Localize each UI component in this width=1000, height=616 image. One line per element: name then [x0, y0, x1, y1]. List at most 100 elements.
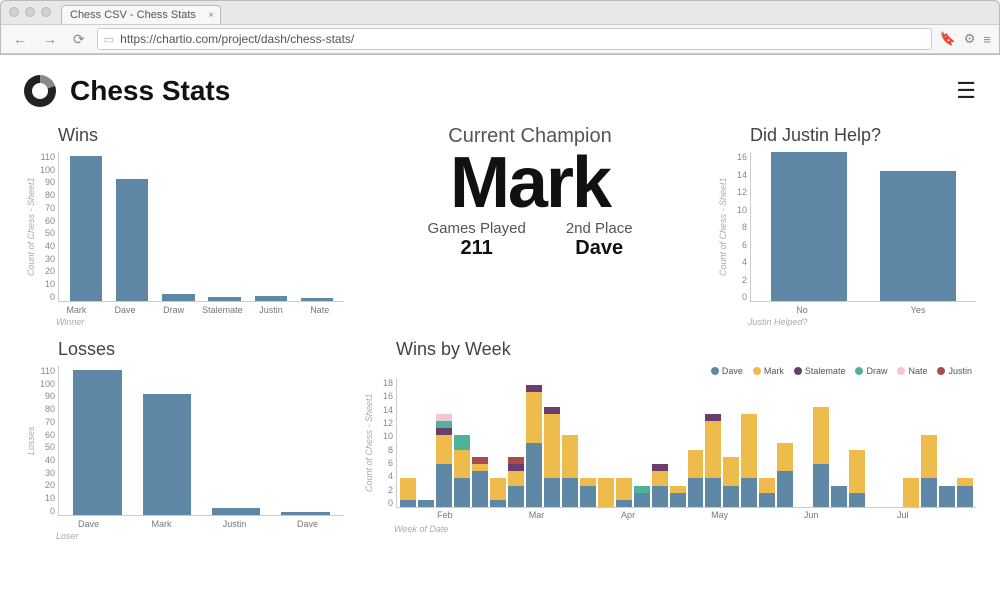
- legend-item: Justin: [937, 366, 972, 376]
- stacked-bar: [579, 378, 597, 507]
- wins-by-week-chart: Wins by Week Dave Mark Stalemate Draw Nate Ju…: [362, 339, 976, 539]
- stacked-bar: [507, 378, 525, 507]
- bar-segment: [670, 486, 686, 493]
- bar-segment: [400, 478, 416, 500]
- x-axis-label: Justin Helped?: [716, 317, 976, 327]
- x-ticks: NoYes: [716, 302, 976, 315]
- bar-segment: [957, 486, 973, 508]
- bar-segment: [454, 478, 470, 507]
- url-text: https://chartio.com/project/dash/chess-s…: [120, 32, 354, 46]
- bar-segment: [436, 464, 452, 507]
- stacked-bar: [471, 378, 489, 507]
- y-ticks: 1614121086420: [730, 152, 750, 302]
- champion-panel: Current Champion Mark Games Played 211 2…: [362, 125, 698, 325]
- hamburger-menu-icon[interactable]: ☰: [956, 78, 976, 104]
- bar: [281, 512, 329, 515]
- legend-item: Mark: [753, 366, 784, 376]
- tab-title: Chess CSV - Chess Stats: [70, 9, 196, 21]
- bar-segment: [723, 486, 739, 508]
- stacked-bar: [884, 378, 902, 507]
- legend-label: Stalemate: [805, 366, 846, 376]
- x-ticks: FebMarAprMayJunJul: [390, 508, 976, 522]
- bar-segment: [921, 435, 937, 478]
- plot-area: [750, 152, 976, 302]
- stacked-bar: [417, 378, 435, 507]
- bar-segment: [741, 478, 757, 507]
- bar-segment: [813, 464, 829, 507]
- legend-item: Dave: [711, 366, 743, 376]
- chart-title: Wins by Week: [362, 339, 976, 360]
- reload-button[interactable]: ⟳: [69, 31, 89, 48]
- x-axis-label: Loser: [24, 531, 344, 541]
- bar: [212, 508, 260, 515]
- x-ticks: DaveMarkJustinDave: [24, 516, 344, 529]
- x-axis-label: Winner: [24, 317, 344, 327]
- x-ticks: MarkDaveDrawStalemateJustinNate: [24, 302, 344, 315]
- chartio-logo-icon: [24, 75, 56, 107]
- legend-swatch: [794, 367, 802, 375]
- bar-segment: [580, 478, 596, 485]
- stacked-bar: [758, 378, 776, 507]
- stacked-bar: [848, 378, 866, 507]
- window-close-button[interactable]: [9, 7, 19, 17]
- legend-label: Justin: [948, 366, 972, 376]
- bar-segment: [508, 457, 524, 464]
- bar-segment: [903, 478, 919, 507]
- stacked-bar: [920, 378, 938, 507]
- stacked-bar: [489, 378, 507, 507]
- bar-segment: [526, 443, 542, 508]
- close-icon[interactable]: ×: [208, 10, 214, 21]
- bar-segment: [723, 457, 739, 486]
- bar-segment: [921, 478, 937, 507]
- stacked-bar: [704, 378, 722, 507]
- back-button[interactable]: ←: [9, 31, 31, 47]
- stacked-bar: [633, 378, 651, 507]
- bar-segment: [526, 385, 542, 392]
- window-minimize-button[interactable]: [25, 7, 35, 17]
- y-axis-label: Count of Chess - Sheet1: [24, 152, 38, 302]
- page-title: Chess Stats: [70, 75, 230, 107]
- bar-segment: [454, 450, 470, 479]
- legend-swatch: [897, 367, 905, 375]
- legend-swatch: [937, 367, 945, 375]
- bar-segment: [508, 471, 524, 485]
- bookmark-icon[interactable]: 🔖: [940, 31, 956, 47]
- bar-segment: [436, 421, 452, 428]
- stacked-bar: [902, 378, 920, 507]
- y-axis-label: Losses: [24, 366, 38, 516]
- bar-segment: [616, 478, 632, 500]
- page-icon: ▭: [104, 33, 114, 46]
- browser-toolbar: ← → ⟳ ▭ https://chartio.com/project/dash…: [1, 24, 999, 54]
- url-bar[interactable]: ▭ https://chartio.com/project/dash/chess…: [97, 28, 932, 50]
- bar-segment: [759, 478, 775, 492]
- legend-label: Draw: [866, 366, 887, 376]
- bar-segment: [562, 478, 578, 507]
- bar-segment: [939, 486, 955, 508]
- x-axis-label: Week of Date: [362, 524, 976, 534]
- forward-button[interactable]: →: [39, 31, 61, 47]
- legend-label: Dave: [722, 366, 743, 376]
- bar-segment: [598, 478, 614, 507]
- bar-segment: [634, 486, 650, 493]
- bar-segment: [526, 392, 542, 442]
- losses-chart: Losses Losses 1101009080706050403020100 …: [24, 339, 344, 539]
- browser-tab[interactable]: Chess CSV - Chess Stats ×: [61, 5, 221, 24]
- window-maximize-button[interactable]: [41, 7, 51, 17]
- plot-area: [58, 152, 344, 302]
- bar: [208, 297, 240, 301]
- bar: [143, 394, 191, 515]
- champion-name: Mark: [362, 142, 698, 224]
- stacked-bar: [615, 378, 633, 507]
- stacked-bar: [543, 378, 561, 507]
- legend-item: Nate: [897, 366, 927, 376]
- settings-icon[interactable]: ⚙: [964, 31, 976, 47]
- bar: [73, 370, 121, 515]
- bar-segment: [508, 464, 524, 471]
- bar-segment: [436, 414, 452, 421]
- stacked-bar: [561, 378, 579, 507]
- bar: [301, 298, 333, 301]
- menu-icon[interactable]: ≡: [983, 32, 991, 47]
- bar-segment: [688, 450, 704, 479]
- chart-title: Did Justin Help?: [716, 125, 976, 146]
- tab-bar: Chess CSV - Chess Stats ×: [1, 5, 999, 24]
